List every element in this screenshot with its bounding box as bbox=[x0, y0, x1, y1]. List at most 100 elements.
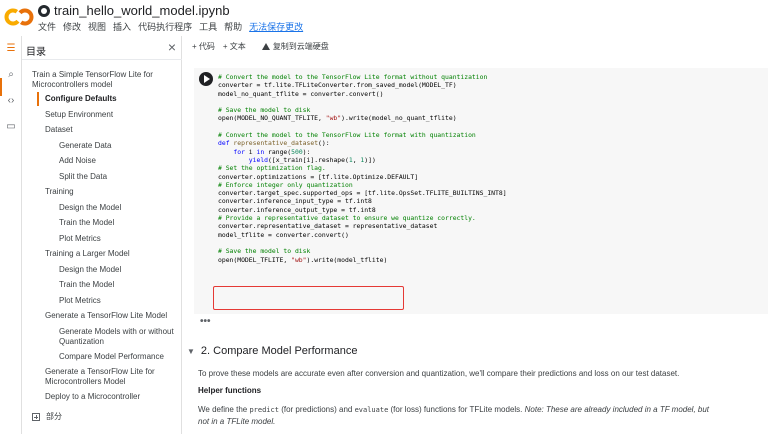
toc-item-dataset[interactable]: Dataset bbox=[45, 125, 73, 135]
toc-item-design-model-2[interactable]: Design the Model bbox=[59, 265, 121, 275]
cell-output-ellipsis[interactable]: ••• bbox=[200, 316, 211, 327]
code-line[interactable]: def representative_dataset(): bbox=[218, 139, 507, 147]
menu-help[interactable]: 帮助 bbox=[224, 20, 242, 33]
notebook-title[interactable]: train_hello_world_model.ipynb bbox=[38, 3, 230, 18]
section-intro-text: To prove these models are accurate even … bbox=[198, 369, 680, 378]
code-line[interactable]: converter = tf.lite.TFLiteConverter.from… bbox=[218, 81, 507, 89]
code-token: "wb" bbox=[291, 255, 307, 264]
code-token: model_tflite = converter.convert() bbox=[218, 230, 349, 239]
code-line[interactable]: # Save the model to disk bbox=[218, 106, 507, 114]
toc-item-split-data[interactable]: Split the Data bbox=[59, 172, 107, 182]
drive-icon bbox=[261, 42, 270, 50]
highlight-annotation bbox=[213, 286, 404, 310]
code-token: # Set the optimization flag. bbox=[218, 164, 326, 173]
colab-logo[interactable] bbox=[4, 6, 34, 28]
code-line[interactable]: converter.target_spec.supported_ops = [t… bbox=[218, 189, 507, 197]
code-line[interactable]: # Convert the model to the TensorFlow Li… bbox=[218, 73, 507, 81]
toc-sections-label: 部分 bbox=[46, 412, 62, 421]
code-token: ).write(model_tflite) bbox=[306, 255, 388, 264]
code-line[interactable]: # Enforce integer only quantization bbox=[218, 181, 507, 189]
helper-description: We define the predict (for predictions) … bbox=[198, 404, 758, 427]
notebook-filename[interactable]: train_hello_world_model.ipynb bbox=[54, 3, 230, 18]
add-code-button[interactable]: + 代码 bbox=[192, 41, 215, 52]
code-line[interactable]: # Provide a representative dataset to en… bbox=[218, 214, 507, 222]
toc-item-generate-data[interactable]: Generate Data bbox=[59, 141, 111, 151]
code-snippets-icon[interactable]: ‹› bbox=[4, 94, 18, 108]
folder-icon[interactable]: ▭ bbox=[4, 120, 18, 134]
menu-runtime[interactable]: 代码执行程序 bbox=[138, 20, 192, 33]
code-token: ): bbox=[302, 147, 311, 156]
run-cell-button[interactable] bbox=[199, 72, 213, 86]
toc-item-plot-metrics[interactable]: Plot Metrics bbox=[59, 234, 101, 244]
code-editor[interactable]: # Convert the model to the TensorFlow Li… bbox=[218, 73, 507, 264]
toc-item-configure-defaults[interactable]: Configure Defaults bbox=[45, 94, 117, 104]
code-line[interactable] bbox=[218, 239, 507, 247]
expand-icon bbox=[32, 412, 40, 421]
copy-to-drive-button[interactable]: 复制到云端硬盘 bbox=[261, 41, 329, 52]
code-token: yield bbox=[248, 155, 269, 164]
toc-icon[interactable]: ☰ bbox=[4, 42, 18, 56]
section-heading[interactable]: ▼ 2. Compare Model Performance bbox=[187, 345, 357, 357]
menu-file[interactable]: 文件 bbox=[38, 20, 56, 33]
toc-active-marker bbox=[37, 92, 39, 106]
unsaved-changes-link[interactable]: 无法保存更改 bbox=[249, 20, 303, 33]
code-token: model_no_quant_tflite = converter.conver… bbox=[218, 89, 384, 98]
code-line[interactable] bbox=[218, 98, 507, 106]
menu-tools[interactable]: 工具 bbox=[199, 20, 217, 33]
code-token: converter = tf.lite.TFLiteConverter.from… bbox=[218, 81, 457, 90]
code-token: converter.optimizations = [tf.lite.Optim… bbox=[218, 172, 419, 181]
code-line[interactable]: converter.optimizations = [tf.lite.Optim… bbox=[218, 173, 507, 181]
toc-item-generate-tflm[interactable]: Generate a TensorFlow Lite for Microcont… bbox=[45, 367, 175, 387]
code-token: converter.representative_dataset = repre… bbox=[218, 222, 438, 231]
github-icon bbox=[38, 4, 50, 17]
table-of-contents-panel: 目录 × Train a Simple TensorFlow Lite for … bbox=[22, 36, 182, 434]
menu-edit[interactable]: 修改 bbox=[63, 20, 81, 33]
code-line[interactable]: converter.inference_output_type = tf.int… bbox=[218, 206, 507, 214]
toc-item-train-model[interactable]: Train the Model bbox=[59, 218, 114, 228]
code-token: i bbox=[244, 147, 257, 156]
toc-item-train-model-2[interactable]: Train the Model bbox=[59, 280, 114, 290]
helper-note-2: not in a TFLite model. bbox=[198, 417, 276, 426]
code-token: open(MODEL_TFLITE, bbox=[218, 255, 292, 264]
menu-view[interactable]: 视图 bbox=[88, 20, 106, 33]
code-line[interactable]: open(MODEL_TFLITE, "wb").write(model_tfl… bbox=[218, 256, 507, 264]
code-line[interactable]: converter.inference_input_type = tf.int8 bbox=[218, 197, 507, 205]
close-icon[interactable]: × bbox=[168, 39, 176, 55]
toc-item-add-noise[interactable]: Add Noise bbox=[59, 156, 96, 166]
code-line[interactable]: converter.representative_dataset = repre… bbox=[218, 222, 507, 230]
toc-item-train-simple[interactable]: Train a Simple TensorFlow Lite for Micro… bbox=[32, 70, 172, 90]
toc-sections-toggle[interactable]: 部分 bbox=[32, 411, 62, 422]
code-line[interactable]: yield([x_train[i].reshape(1, 1)]) bbox=[218, 156, 507, 164]
toc-item-training-larger[interactable]: Training a Larger Model bbox=[45, 249, 130, 259]
search-icon[interactable]: ⌕ bbox=[4, 68, 18, 82]
code-line[interactable]: # Save the model to disk bbox=[218, 247, 507, 255]
toc-item-compare-performance[interactable]: Compare Model Performance bbox=[59, 352, 164, 362]
code-token: 500 bbox=[291, 147, 303, 156]
section-title: 2. Compare Model Performance bbox=[200, 345, 358, 357]
code-line[interactable]: # Set the optimization flag. bbox=[218, 164, 507, 172]
menu-insert[interactable]: 插入 bbox=[113, 20, 131, 33]
toc-item-deploy[interactable]: Deploy to a Microcontroller bbox=[45, 392, 140, 402]
code-line[interactable]: for i in range(500): bbox=[218, 148, 507, 156]
toc-item-generate-models-quant[interactable]: Generate Models with or without Quantiza… bbox=[59, 327, 177, 347]
code-token: # Save the model to disk bbox=[218, 247, 311, 256]
toc-item-generate-tflite[interactable]: Generate a TensorFlow Lite Model bbox=[45, 311, 167, 321]
collapse-chevron-icon[interactable]: ▼ bbox=[187, 347, 195, 356]
code-line[interactable]: open(MODEL_NO_QUANT_TFLITE, "wb").write(… bbox=[218, 114, 507, 122]
toc-item-setup-environment[interactable]: Setup Environment bbox=[45, 110, 113, 120]
code-token: ).write(model_no_quant_tflite) bbox=[341, 114, 457, 123]
toc-item-plot-metrics-2[interactable]: Plot Metrics bbox=[59, 296, 101, 306]
toc-item-training[interactable]: Training bbox=[45, 187, 74, 197]
code-token: (): bbox=[318, 139, 330, 148]
helper-note: Note: These are already included in a TF… bbox=[524, 405, 710, 414]
code-line[interactable]: model_tflite = converter.convert() bbox=[218, 231, 507, 239]
code-line[interactable]: model_no_quant_tflite = converter.conver… bbox=[218, 90, 507, 98]
toc-item-design-model[interactable]: Design the Model bbox=[59, 203, 121, 213]
helper-functions-heading: Helper functions bbox=[198, 386, 262, 395]
code-line[interactable] bbox=[218, 123, 507, 131]
code-token: representative_dataset bbox=[233, 139, 319, 148]
add-text-button[interactable]: + 文本 bbox=[223, 41, 246, 52]
code-line[interactable]: # Convert the model to the TensorFlow Li… bbox=[218, 131, 507, 139]
